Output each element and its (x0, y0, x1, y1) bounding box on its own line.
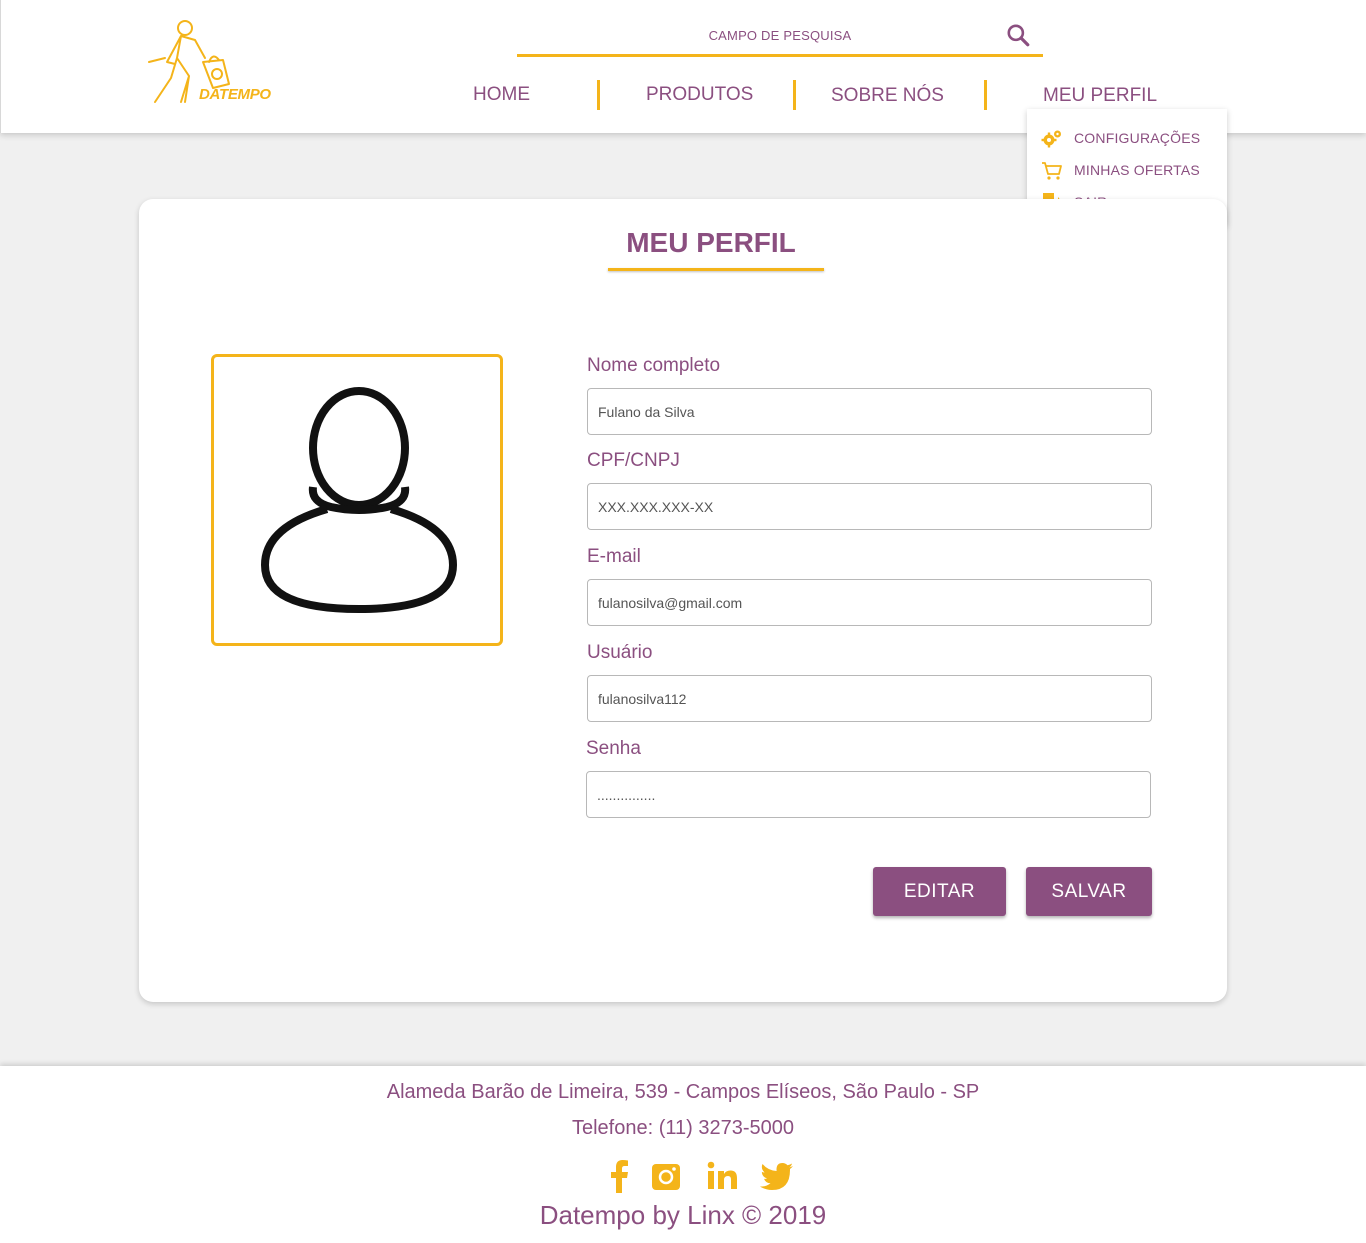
footer-phone: Telefone: (11) 3273-5000 (571, 1117, 794, 1139)
logo-wordmark: DATEMPO (199, 86, 271, 103)
footer-copyright: Datempo by Linx © 2019 (539, 1200, 827, 1230)
user-avatar-icon (261, 387, 457, 614)
page-title: MEU PERFIL (626, 227, 796, 258)
linkedin-icon[interactable] (705, 1159, 739, 1193)
title-underline (608, 268, 824, 271)
email-field[interactable] (587, 579, 1152, 626)
name-field[interactable] (587, 388, 1152, 435)
nav-divider (793, 80, 796, 110)
password-field[interactable] (586, 771, 1151, 818)
nav-meu-perfil[interactable]: MEU PERFIL (1043, 85, 1157, 107)
cart-icon (1042, 162, 1062, 180)
nav-home[interactable]: HOME (473, 84, 530, 106)
search-input[interactable]: CAMPO DE PESQUISA (517, 28, 1043, 43)
nav-produtos[interactable]: PRODUTOS (646, 84, 753, 106)
email-label: E-mail (587, 546, 641, 567)
gears-icon (1041, 130, 1061, 148)
footer-address: Alameda Barão de Limeira, 539 - Campos E… (386, 1081, 980, 1103)
avatar-frame[interactable] (211, 354, 503, 646)
cpf-field[interactable] (587, 483, 1152, 530)
instagram-icon[interactable] (649, 1159, 683, 1193)
facebook-icon[interactable] (603, 1159, 637, 1193)
password-label: Senha (586, 738, 641, 759)
menu-item-label: MINHAS OFERTAS (1074, 162, 1200, 178)
menu-item-minhas-ofertas[interactable]: MINHAS OFERTAS (1041, 159, 1200, 181)
profile-card: MEU PERFIL Nome completo CPF/CNPJ E-mail… (139, 199, 1227, 1002)
twitter-icon[interactable] (759, 1159, 795, 1193)
search-icon[interactable] (1005, 22, 1031, 48)
page-footer: Alameda Barão de Limeira, 539 - Campos E… (0, 1066, 1366, 1243)
menu-item-label: CONFIGURAÇÕES (1074, 130, 1201, 146)
save-button[interactable]: SALVAR (1026, 867, 1152, 916)
nav-sobre-nos[interactable]: SOBRE NÓS (831, 85, 944, 107)
edit-button[interactable]: EDITAR (873, 867, 1006, 916)
name-label: Nome completo (587, 355, 721, 376)
menu-item-configuracoes[interactable]: CONFIGURAÇÕES (1041, 127, 1200, 149)
username-field[interactable] (587, 675, 1152, 722)
username-label: Usuário (587, 642, 653, 663)
nav-divider (984, 80, 987, 110)
cpf-label: CPF/CNPJ (587, 450, 680, 471)
nav-divider (597, 80, 600, 110)
search-bar[interactable]: CAMPO DE PESQUISA (517, 18, 1043, 57)
